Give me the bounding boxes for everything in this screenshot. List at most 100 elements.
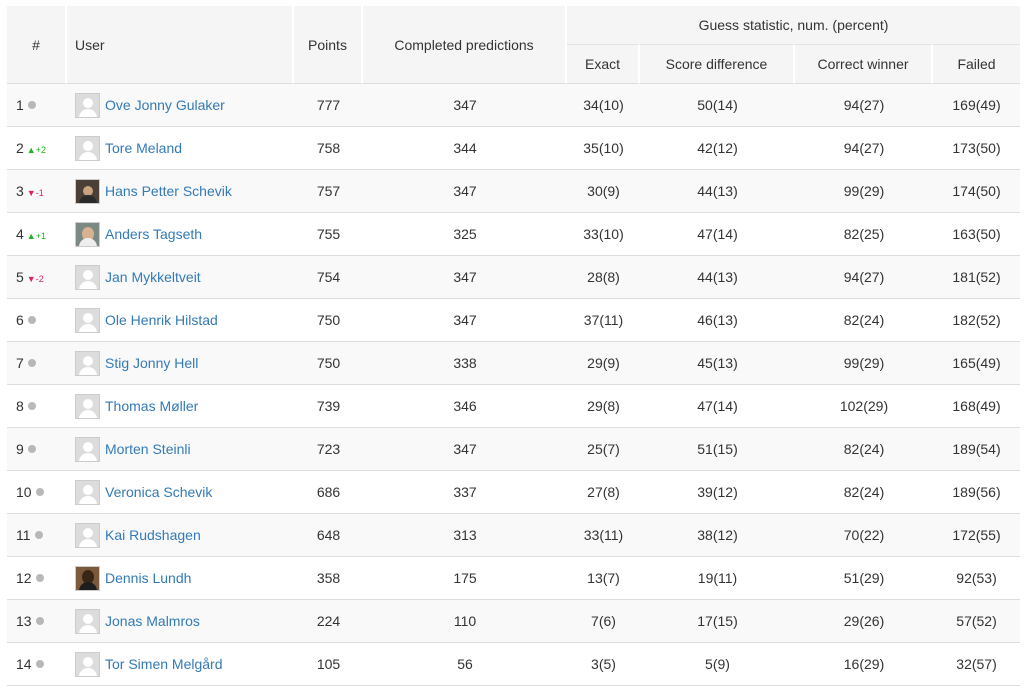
points-cell: 750 — [294, 342, 363, 385]
avatar[interactable] — [75, 651, 100, 677]
user-cell: Kai Rudshagen — [67, 514, 294, 557]
triangle-up-icon: ▲ — [26, 231, 36, 241]
points-cell: 739 — [294, 385, 363, 428]
points-cell: 755 — [294, 213, 363, 256]
user-cell: Jonas Malmros — [67, 600, 294, 643]
avatar[interactable] — [75, 92, 100, 118]
user-cell: Morten Steinli — [67, 428, 294, 471]
avatar[interactable] — [75, 393, 100, 419]
completed-cell: 338 — [363, 342, 567, 385]
exact-cell: 35(10) — [567, 127, 640, 170]
rank-cell: 12 — [7, 557, 67, 600]
points-cell: 224 — [294, 600, 363, 643]
score-difference-cell: 47(14) — [640, 213, 795, 256]
table-header: # User Points Completed predictions Gues… — [7, 6, 1021, 84]
exact-cell: 13(7) — [567, 557, 640, 600]
score-difference-header[interactable]: Score difference — [640, 44, 795, 84]
rank-value: 9 — [16, 441, 24, 457]
completed-cell: 347 — [363, 299, 567, 342]
user-link[interactable]: Ole Henrik Hilstad — [105, 312, 218, 328]
user-link[interactable]: Dennis Lundh — [105, 570, 191, 586]
rank-value: 4 — [16, 226, 24, 242]
table-row: 11 Kai Rudshagen 648 313 33(11) 38(12) 70(22) 1… — [7, 514, 1021, 557]
rank-header[interactable]: # — [7, 6, 67, 84]
user-cell: Hans Petter Schevik — [67, 170, 294, 213]
failed-cell: 174(50) — [933, 170, 1021, 213]
correct-winner-cell: 82(24) — [795, 299, 933, 342]
avatar[interactable] — [75, 264, 100, 290]
user-link[interactable]: Jan Mykkeltveit — [105, 269, 201, 285]
score-difference-cell: 50(14) — [640, 84, 795, 127]
rank-value: 3 — [16, 183, 24, 199]
failed-cell: 57(52) — [933, 600, 1021, 643]
rank-change-down: ▼-2 — [27, 274, 44, 284]
user-link[interactable]: Veronica Schevik — [105, 484, 212, 500]
user-header[interactable]: User — [67, 6, 294, 84]
correct-winner-cell: 94(27) — [795, 256, 933, 299]
avatar[interactable] — [75, 135, 100, 161]
rank-change-value: -1 — [35, 188, 44, 198]
rank-value: 6 — [16, 312, 24, 328]
leaderboard-table: # User Points Completed predictions Gues… — [7, 6, 1021, 686]
rank-cell: 5 ▼-2 — [7, 256, 67, 299]
correct-winner-cell: 82(24) — [795, 471, 933, 514]
failed-header[interactable]: Failed — [933, 44, 1021, 84]
user-link[interactable]: Ove Jonny Gulaker — [105, 97, 225, 113]
triangle-down-icon: ▼ — [26, 274, 36, 284]
user-link[interactable]: Jonas Malmros — [105, 613, 200, 629]
rank-value: 2 — [16, 140, 24, 156]
failed-cell: 165(49) — [933, 342, 1021, 385]
user-cell: Dennis Lundh — [67, 557, 294, 600]
completed-cell: 346 — [363, 385, 567, 428]
no-change-dot-icon — [27, 359, 36, 367]
user-link[interactable]: Morten Steinli — [105, 441, 191, 457]
avatar[interactable] — [75, 479, 100, 505]
avatar[interactable] — [75, 522, 100, 548]
score-difference-cell: 38(12) — [640, 514, 795, 557]
user-link[interactable]: Kai Rudshagen — [105, 527, 201, 543]
avatar[interactable] — [75, 221, 100, 247]
avatar[interactable] — [75, 350, 100, 376]
correct-winner-cell: 99(29) — [795, 170, 933, 213]
exact-header[interactable]: Exact — [567, 44, 640, 84]
avatar[interactable] — [75, 565, 100, 591]
no-change-dot-icon — [35, 617, 44, 625]
score-difference-cell: 44(13) — [640, 170, 795, 213]
no-change-dot-icon — [35, 488, 44, 496]
no-change-dot-icon — [34, 531, 43, 539]
rank-value: 11 — [16, 527, 31, 543]
points-header[interactable]: Points — [294, 6, 363, 84]
avatar[interactable] — [75, 178, 100, 204]
table-row: 7 Stig Jonny Hell 750 338 29(9) 45(13) 99(29) 1… — [7, 342, 1021, 385]
user-link[interactable]: Stig Jonny Hell — [105, 355, 198, 371]
avatar[interactable] — [75, 307, 100, 333]
user-link[interactable]: Thomas Møller — [105, 398, 198, 414]
avatar[interactable] — [75, 436, 100, 462]
user-link[interactable]: Tor Simen Melgård — [105, 656, 223, 672]
score-difference-cell: 44(13) — [640, 256, 795, 299]
score-difference-cell: 51(15) — [640, 428, 795, 471]
correct-winner-header[interactable]: Correct winner — [795, 44, 933, 84]
exact-cell: 25(7) — [567, 428, 640, 471]
rank-cell: 6 — [7, 299, 67, 342]
user-link[interactable]: Hans Petter Schevik — [105, 183, 232, 199]
failed-cell: 189(56) — [933, 471, 1021, 514]
failed-cell: 92(53) — [933, 557, 1021, 600]
rank-cell: 14 — [7, 643, 67, 686]
user-link[interactable]: Tore Meland — [105, 140, 182, 156]
exact-cell: 29(9) — [567, 342, 640, 385]
completed-predictions-header[interactable]: Completed predictions — [363, 6, 567, 84]
rank-cell: 8 — [7, 385, 67, 428]
user-link[interactable]: Anders Tagseth — [105, 226, 202, 242]
exact-cell: 27(8) — [567, 471, 640, 514]
failed-cell: 163(50) — [933, 213, 1021, 256]
points-cell: 105 — [294, 643, 363, 686]
exact-cell: 33(10) — [567, 213, 640, 256]
failed-cell: 182(52) — [933, 299, 1021, 342]
user-cell: Jan Mykkeltveit — [67, 256, 294, 299]
table-row: 9 Morten Steinli 723 347 25(7) 51(15) 82(24) 18… — [7, 428, 1021, 471]
user-cell: Veronica Schevik — [67, 471, 294, 514]
user-cell: Anders Tagseth — [67, 213, 294, 256]
avatar[interactable] — [75, 608, 100, 634]
rank-cell: 3 ▼-1 — [7, 170, 67, 213]
